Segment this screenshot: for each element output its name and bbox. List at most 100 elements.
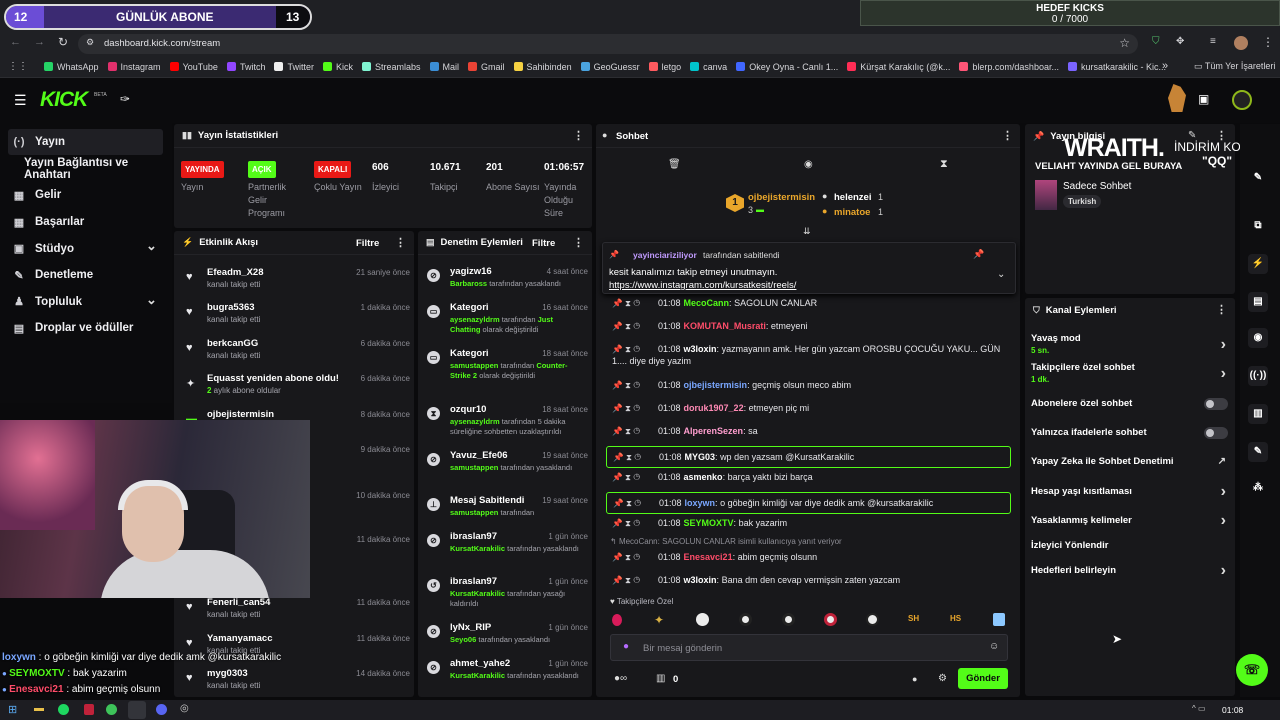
emote-7[interactable] bbox=[866, 613, 879, 626]
nav-item[interactable]: ♟ Topluluk ⌄ bbox=[0, 289, 172, 316]
channel-action-item[interactable]: Yasaklanmış kelimeler › bbox=[1031, 512, 1226, 537]
chat-username[interactable]: w3loxin bbox=[684, 344, 717, 354]
tray-icons[interactable]: ^ ▭ bbox=[1192, 704, 1206, 713]
chat-menu-icon[interactable]: ⋮ bbox=[1002, 129, 1013, 142]
reload-icon[interactable]: ↻ bbox=[58, 35, 68, 49]
chevron-right-icon[interactable]: › bbox=[1221, 512, 1226, 530]
chevron-right-icon[interactable]: › bbox=[1221, 562, 1226, 580]
back-icon[interactable]: ← bbox=[10, 36, 21, 48]
kick-logo[interactable]: KICK bbox=[40, 88, 88, 112]
chat-mod-tools[interactable]: 📌 ⧗ ◷ bbox=[612, 297, 658, 309]
browser-menu-icon[interactable]: ⋮ bbox=[1262, 35, 1274, 49]
obs-icon[interactable] bbox=[156, 704, 167, 715]
emote-2[interactable]: ✦ bbox=[654, 613, 664, 627]
chat-username[interactable]: SEYMOXTV bbox=[684, 518, 734, 528]
chat-mod-tools[interactable]: 📌 ⧗ ◷ bbox=[612, 471, 658, 483]
bookmark-item[interactable]: Okey Oyna - Canlı 1... bbox=[736, 56, 838, 78]
nav-item[interactable]: Yayın Bağlantısı ve Anahtarı bbox=[0, 156, 172, 183]
channel-action-item[interactable]: Takipçilere özel sohbet 1 dk. › bbox=[1031, 362, 1226, 384]
channel-action-item[interactable]: Yalnızca ifadelerle sohbet bbox=[1031, 427, 1228, 449]
support-chat-button[interactable]: ☏ bbox=[1236, 654, 1268, 686]
app-misc-icon[interactable]: ◎ bbox=[180, 703, 189, 714]
chat-mod-tools[interactable]: 📌 ⧗ ◷ bbox=[612, 517, 658, 529]
bookmark-item[interactable]: Kick bbox=[322, 56, 353, 78]
pin-message-icon[interactable]: 📌 ⧗ ◷ bbox=[612, 426, 640, 436]
bookmark-item[interactable]: WhatsApp bbox=[44, 56, 99, 78]
actions-menu-icon[interactable]: ⋮ bbox=[1216, 303, 1227, 316]
chat-settings-icon[interactable]: ⚙ bbox=[938, 673, 947, 684]
chat-mod-tools[interactable]: 📌 ⧗ ◷ bbox=[612, 343, 658, 355]
pin-message-icon[interactable]: 📌 ⧗ ◷ bbox=[613, 452, 641, 462]
spotify-icon[interactable] bbox=[58, 704, 69, 715]
url-field[interactable]: ⚙ dashboard.kick.com/stream ☆ bbox=[78, 34, 1138, 54]
creator-tool-icon[interactable]: ▣ bbox=[1198, 92, 1209, 106]
chat-username[interactable]: KOMUTAN_Musrati bbox=[684, 321, 766, 331]
broadcast-tool-icon[interactable]: ((·)) bbox=[1248, 366, 1268, 386]
extensions-icon[interactable]: ✥ bbox=[1176, 36, 1184, 47]
toggle-switch[interactable] bbox=[1204, 427, 1228, 439]
apps-icon[interactable]: ⋮⋮ bbox=[8, 61, 28, 72]
user-avatar-icon[interactable] bbox=[1168, 84, 1186, 112]
pin-message-icon[interactable]: 📌 ⧗ ◷ bbox=[612, 344, 640, 354]
hamburger-menu-icon[interactable]: ☰ bbox=[14, 92, 27, 109]
pinned-expand-icon[interactable]: ⌄ bbox=[997, 269, 1005, 280]
bookmark-item[interactable]: letgo bbox=[648, 56, 681, 78]
pin-icon[interactable]: ✑ bbox=[120, 92, 130, 106]
trash-icon[interactable]: 🗑 bbox=[668, 159, 681, 170]
chat-username[interactable]: ojbejistermisin bbox=[684, 380, 748, 390]
emote-1[interactable] bbox=[612, 614, 622, 626]
edit-tool-icon[interactable]: ✎ bbox=[1248, 168, 1268, 188]
emote-3[interactable] bbox=[696, 613, 709, 626]
pin-message-icon[interactable]: 📌 ⧗ ◷ bbox=[612, 472, 640, 482]
pin-message-icon[interactable]: 📌 ⧗ ◷ bbox=[612, 298, 640, 308]
unpin-icon[interactable]: 📌 bbox=[973, 249, 984, 260]
emote-8[interactable]: SH bbox=[908, 614, 919, 623]
notes-tool-icon[interactable]: ▤ bbox=[1248, 292, 1268, 312]
chat-mod-tools[interactable]: 📌 ⧗ ◷ bbox=[612, 402, 658, 414]
channel-action-item[interactable]: Abonelere özel sohbet bbox=[1031, 398, 1228, 420]
channel-action-item[interactable]: Yavaş mod 5 sn. › bbox=[1031, 333, 1226, 355]
bookmark-item[interactable]: Sahibinden bbox=[513, 56, 572, 78]
bookmark-item[interactable]: Twitter bbox=[274, 56, 314, 78]
chat-mod-tools[interactable]: 📌 ⧗ ◷ bbox=[613, 451, 659, 463]
profile-avatar[interactable] bbox=[1234, 36, 1248, 50]
channel-action-item[interactable]: İzleyici Yönlendir bbox=[1031, 540, 1226, 562]
pin-message-icon[interactable]: 📌 ⧗ ◷ bbox=[612, 380, 640, 390]
bookmark-item[interactable]: blerp.com/dashboar... bbox=[959, 56, 1059, 78]
chat-username[interactable]: doruk1907_22 bbox=[684, 403, 744, 413]
community-tool-icon[interactable]: ⁂ bbox=[1248, 478, 1268, 498]
chat-username[interactable]: MecoCann bbox=[684, 298, 730, 308]
nav-item[interactable]: ✎ Denetleme bbox=[0, 262, 172, 289]
channel-action-item[interactable]: Hedefleri belirleyin › bbox=[1031, 562, 1226, 587]
pin-message-icon[interactable]: 📌 ⧗ ◷ bbox=[612, 321, 640, 331]
bookmark-item[interactable]: Kürşat Karakılıç (@k... bbox=[847, 56, 950, 78]
emote-10[interactable] bbox=[993, 613, 1005, 626]
nav-item[interactable]: (·) Yayın bbox=[0, 129, 172, 156]
toggle-switch[interactable] bbox=[1204, 398, 1228, 410]
bookmark-item[interactable]: Streamlabs bbox=[361, 56, 421, 78]
emote-5[interactable] bbox=[782, 613, 795, 626]
nav-item[interactable]: ▦ Başarılar bbox=[0, 209, 172, 236]
nav-item[interactable]: ▦ Gelir bbox=[0, 182, 172, 209]
bookmark-star-icon[interactable]: ☆ bbox=[1119, 36, 1130, 50]
activity-menu-icon[interactable]: ⋮ bbox=[395, 236, 406, 249]
chat-username[interactable]: w3loxin bbox=[684, 575, 717, 585]
nav-item[interactable]: ▤ Droplar ve ödüller bbox=[0, 315, 172, 342]
mod-menu-icon[interactable]: ⋮ bbox=[573, 236, 584, 249]
pin-message-icon[interactable]: 📌 ⧗ ◷ bbox=[612, 575, 640, 585]
bookmark-item[interactable]: GeoGuessr bbox=[580, 56, 640, 78]
layout-tool-icon[interactable]: ▥ bbox=[1248, 404, 1268, 424]
media-icon[interactable]: ≡ bbox=[1210, 36, 1216, 47]
app-red-icon[interactable] bbox=[84, 704, 94, 715]
activity-filter-button[interactable]: Filtre bbox=[356, 238, 379, 249]
chat-mode-icon[interactable]: ◉ bbox=[804, 159, 813, 170]
bookmark-item[interactable]: Mail bbox=[429, 56, 459, 78]
external-link-icon[interactable]: ↗ bbox=[1218, 456, 1226, 467]
bookmark-item[interactable]: Twitch bbox=[226, 56, 265, 78]
second-gifter-name[interactable]: helenzei bbox=[834, 192, 872, 203]
mic-icon[interactable]: ● bbox=[623, 641, 629, 652]
pinned-link[interactable]: https://www.instagram.com/kursatkesit/re… bbox=[609, 280, 796, 291]
chat-mod-tools[interactable]: 📌 ⧗ ◷ bbox=[612, 574, 658, 586]
bookmark-item[interactable]: canva bbox=[690, 56, 727, 78]
explorer-icon[interactable]: ▬ bbox=[34, 703, 44, 714]
